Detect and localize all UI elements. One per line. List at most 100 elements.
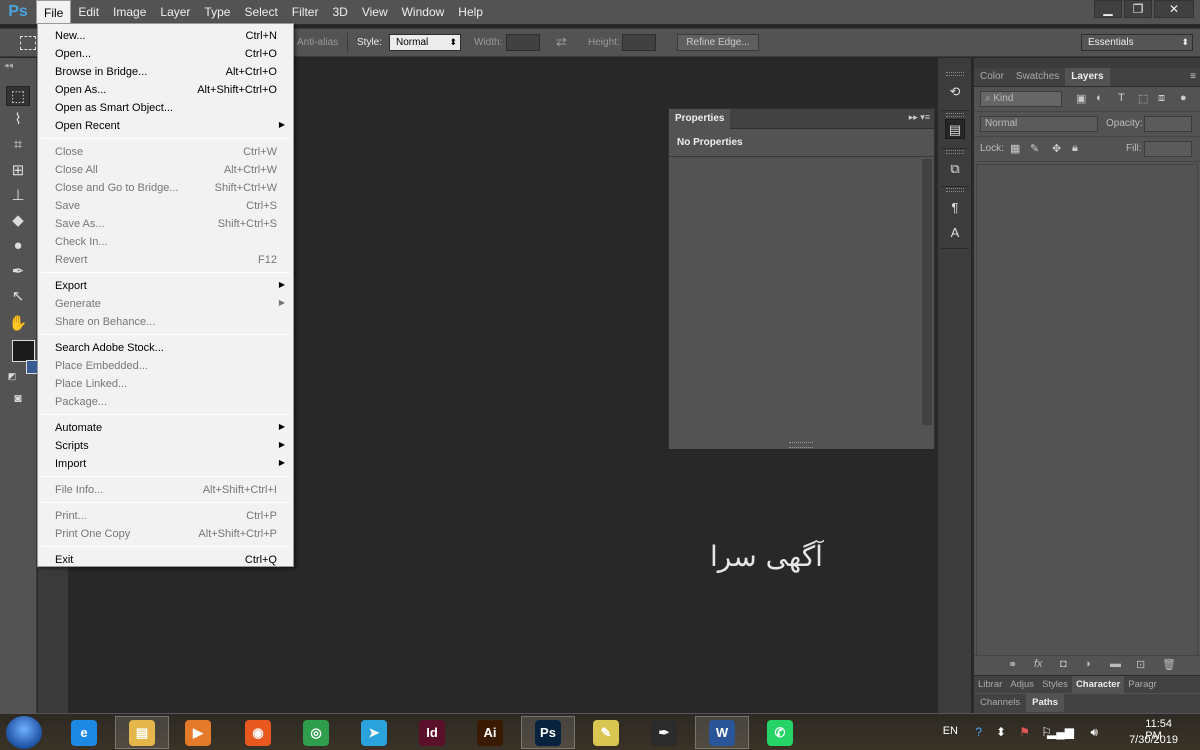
width-input[interactable] xyxy=(506,34,540,51)
file-menu-item-close-and-go-to-bridge[interactable]: Close and Go to Bridge... Shift+Ctrl+W xyxy=(38,179,293,197)
clone-source-icon[interactable]: ⧉ xyxy=(945,159,965,179)
properties-scrollbar[interactable] xyxy=(922,159,932,425)
add-mask-icon[interactable]: ◘ xyxy=(1060,658,1067,670)
close-button[interactable]: ✕ xyxy=(1154,0,1194,18)
file-menu-item-print[interactable]: Print... Ctrl+P xyxy=(38,507,293,525)
taskbar-whatsapp[interactable]: ✆ xyxy=(753,716,807,749)
taskbar-photoshop[interactable]: Ps xyxy=(521,716,575,749)
menu-layer[interactable]: Layer xyxy=(153,0,197,24)
taskbar-word[interactable]: W xyxy=(695,716,749,749)
menu-help[interactable]: Help xyxy=(451,0,490,24)
file-menu-item-revert[interactable]: Revert F12 xyxy=(38,251,293,269)
file-menu-item-exit[interactable]: Exit Ctrl+Q xyxy=(38,551,293,569)
clock-date[interactable]: 7/30/2019 xyxy=(1129,734,1178,746)
history-icon[interactable]: ⟲ xyxy=(945,82,965,102)
menu-window[interactable]: Window xyxy=(395,0,452,24)
lock-all-icon[interactable]: 🔒︎ xyxy=(1072,142,1078,155)
adjustment-filter-icon[interactable]: ◐ xyxy=(1096,92,1103,104)
file-menu-item-new[interactable]: New... Ctrl+N xyxy=(38,27,293,45)
collapse-icon[interactable]: ◂◂ xyxy=(4,60,13,71)
restore-button[interactable]: ❐ xyxy=(1124,0,1152,18)
crop-icon[interactable]: ⌗ xyxy=(6,135,30,155)
taskbar-internet-explorer[interactable]: e xyxy=(57,716,111,749)
rectangular-marquee-icon[interactable]: ⬚ xyxy=(6,86,30,106)
height-input[interactable] xyxy=(622,34,656,51)
character-icon[interactable]: A xyxy=(945,223,965,243)
dock-grip[interactable] xyxy=(946,188,964,192)
taskbar-illustrator[interactable]: Ai xyxy=(463,716,517,749)
file-menu-item-save-as[interactable]: Save As... Shift+Ctrl+S xyxy=(38,215,293,233)
marquee-tool-preset-icon[interactable] xyxy=(20,36,36,50)
dock-grip[interactable] xyxy=(946,150,964,154)
file-menu-item-import[interactable]: Import ▶ xyxy=(38,455,293,473)
style-select[interactable]: Normal xyxy=(389,34,461,51)
taskbar-corel[interactable]: ✒ xyxy=(637,716,691,749)
panel-collapse-bar[interactable] xyxy=(974,58,1200,68)
file-menu-item-open-as-smart-object[interactable]: Open as Smart Object... xyxy=(38,99,293,117)
menu-type[interactable]: Type xyxy=(197,0,237,24)
file-menu-item-open[interactable]: Open... Ctrl+O xyxy=(38,45,293,63)
menu-3d[interactable]: 3D xyxy=(325,0,354,24)
filter-toggle-icon[interactable]: ● xyxy=(1180,92,1187,104)
fill-input[interactable] xyxy=(1144,141,1192,157)
file-menu-item-browse-in-bridge[interactable]: Browse in Bridge... Alt+Ctrl+O xyxy=(38,63,293,81)
file-menu-item-search-adobe-stock[interactable]: Search Adobe Stock... xyxy=(38,339,293,357)
file-menu-item-print-one-copy[interactable]: Print One Copy Alt+Shift+Ctrl+P xyxy=(38,525,293,543)
paragraph-icon[interactable]: ¶ xyxy=(945,198,965,218)
menu-filter[interactable]: Filter xyxy=(285,0,326,24)
minimize-button[interactable]: ▁ xyxy=(1094,0,1122,18)
taskbar-indesign[interactable]: Id xyxy=(405,716,459,749)
file-menu-item-open-recent[interactable]: Open Recent ▶ xyxy=(38,117,293,135)
language-indicator[interactable]: EN xyxy=(943,725,958,737)
workspace-select[interactable]: Essentials xyxy=(1081,34,1193,51)
default-colors-icon[interactable]: ◩ xyxy=(2,366,22,386)
start-button[interactable] xyxy=(6,716,42,749)
taskbar-chrome[interactable]: ◎ xyxy=(289,716,343,749)
tab-properties[interactable]: Properties xyxy=(669,108,731,129)
type-filter-icon[interactable]: T xyxy=(1118,92,1125,104)
eraser-icon[interactable]: ◆ xyxy=(6,211,30,231)
tab-swatches[interactable]: Swatches xyxy=(1010,68,1065,86)
fx-icon[interactable]: fx xyxy=(1034,658,1043,670)
file-menu-item-package[interactable]: Package... xyxy=(38,393,293,411)
panel-menu-icon[interactable]: ≡ xyxy=(1190,71,1196,82)
file-menu-item-file-info[interactable]: File Info... Alt+Shift+Ctrl+I xyxy=(38,481,293,499)
smart-object-filter-icon[interactable]: ⧈ xyxy=(1158,92,1165,105)
opacity-input[interactable] xyxy=(1144,116,1192,132)
lock-transparent-icon[interactable]: ▦ xyxy=(1010,142,1020,155)
file-menu-item-save[interactable]: Save Ctrl+S xyxy=(38,197,293,215)
new-group-icon[interactable]: ▬ xyxy=(1110,658,1121,670)
taskbar-sticky-notes[interactable]: ✎ xyxy=(579,716,633,749)
pixel-filter-icon[interactable]: ▣ xyxy=(1076,92,1086,105)
menu-image[interactable]: Image xyxy=(106,0,153,24)
tab-libraries[interactable]: Librar xyxy=(974,676,1006,694)
file-menu-item-place-embedded[interactable]: Place Embedded... xyxy=(38,357,293,375)
tab-character[interactable]: Character xyxy=(1071,676,1125,694)
dock-grip[interactable] xyxy=(946,113,964,117)
layers-list[interactable] xyxy=(976,164,1198,656)
show-hidden-icons[interactable]: ⬍ xyxy=(996,725,1006,739)
new-layer-icon[interactable]: ⊡ xyxy=(1136,658,1145,671)
file-menu-item-generate[interactable]: Generate ▶ xyxy=(38,295,293,313)
file-menu-item-share-on-behance[interactable]: Share on Behance... xyxy=(38,313,293,331)
help-icon[interactable]: ? xyxy=(975,725,982,739)
clone-stamp-icon[interactable]: ⊥ xyxy=(6,186,30,206)
swap-dimensions-icon[interactable]: ⇄ xyxy=(556,34,567,50)
hand-icon[interactable]: ✋ xyxy=(6,314,30,334)
taskbar-firefox[interactable]: ◉ xyxy=(231,716,285,749)
file-menu-item-place-linked[interactable]: Place Linked... xyxy=(38,375,293,393)
taskbar-telegram[interactable]: ➤ xyxy=(347,716,401,749)
tab-paragraph[interactable]: Paragr xyxy=(1124,676,1161,694)
menu-view[interactable]: View xyxy=(355,0,395,24)
menu-file[interactable]: File xyxy=(36,0,72,24)
path-selection-icon[interactable]: ↖ xyxy=(6,287,30,307)
lock-position-icon[interactable]: ✥ xyxy=(1052,142,1061,155)
panel-menu-icon[interactable]: ▸▸ ▾≡ xyxy=(909,112,930,123)
file-menu-item-check-in[interactable]: Check In... xyxy=(38,233,293,251)
network-icon[interactable]: ▂▄▆ xyxy=(1047,725,1074,739)
quick-mask-icon[interactable]: ◙ xyxy=(6,388,30,408)
refine-edge-button[interactable]: Refine Edge... xyxy=(677,34,759,51)
file-menu-item-automate[interactable]: Automate ▶ xyxy=(38,419,293,437)
delete-layer-icon[interactable]: 🗑︎ xyxy=(1162,658,1176,671)
kind-filter-select[interactable]: ⌕ Kind xyxy=(980,91,1062,107)
